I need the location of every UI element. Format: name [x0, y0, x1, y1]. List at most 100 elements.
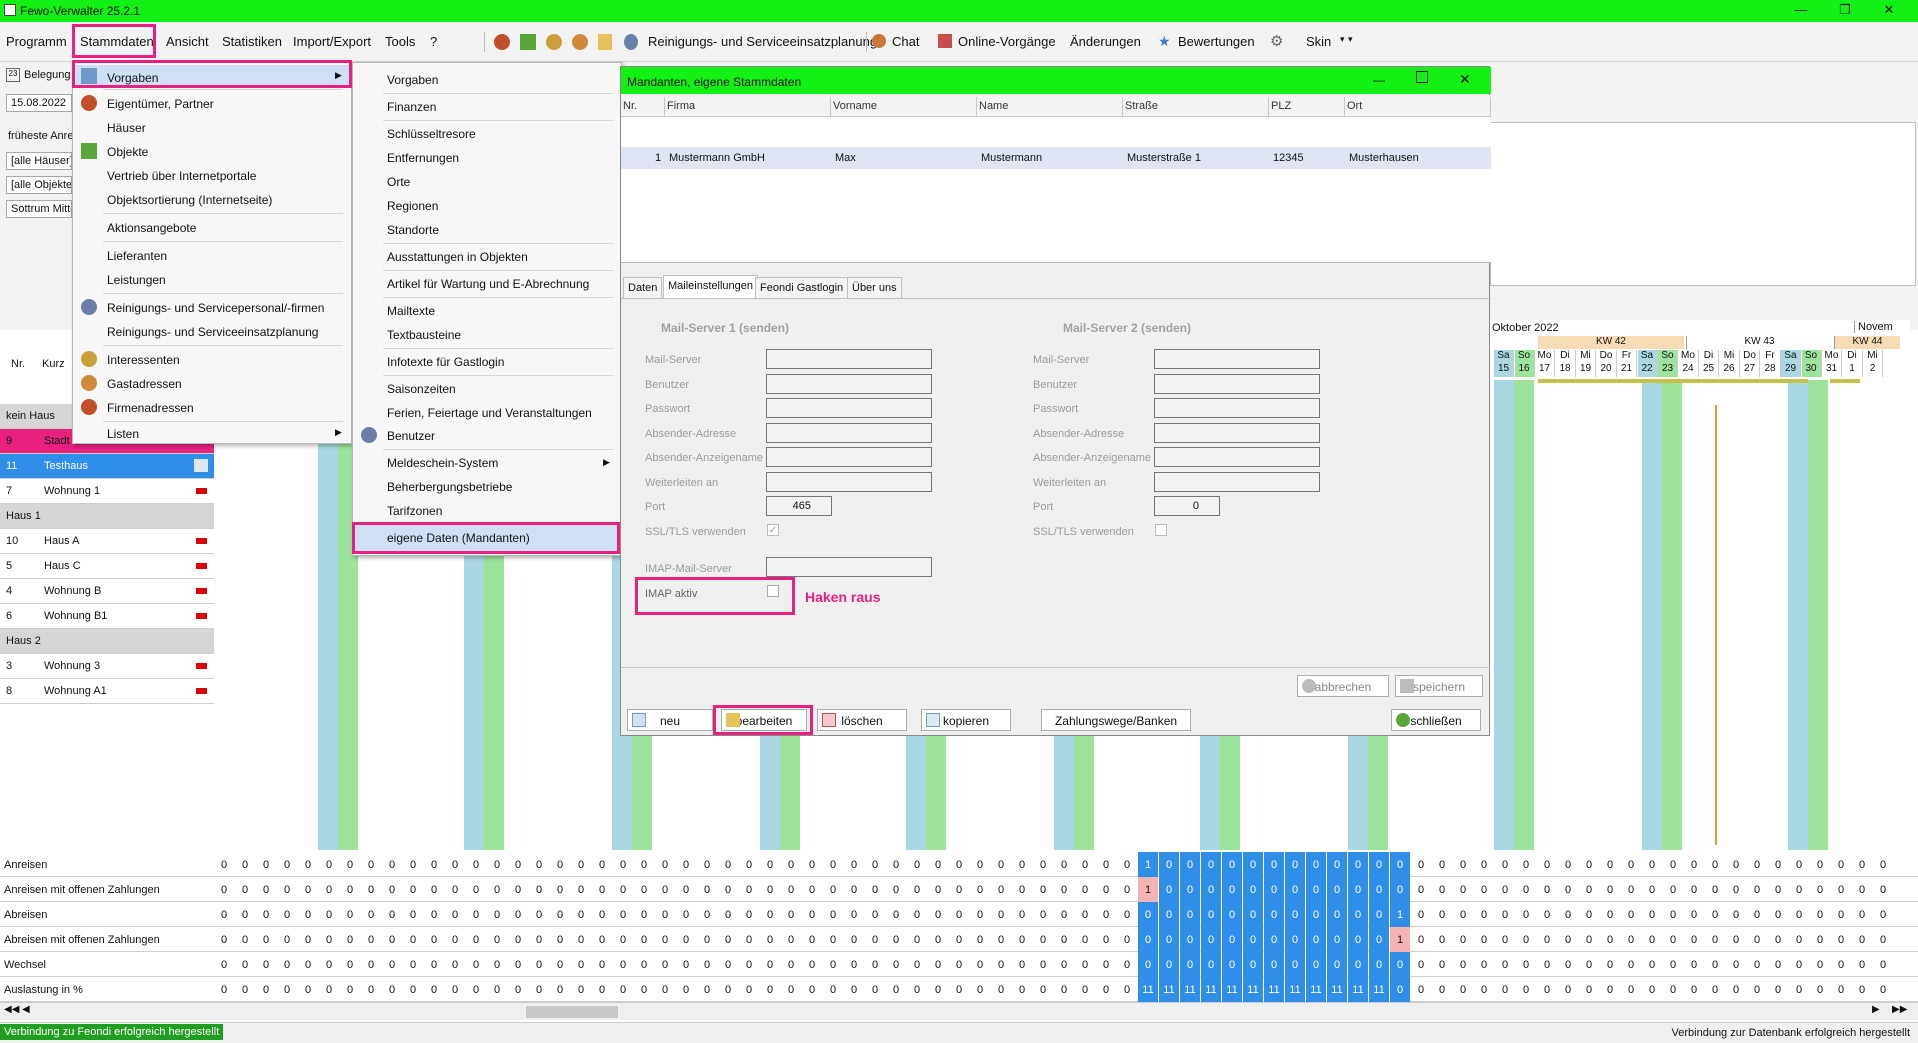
- menu-programm[interactable]: Programm: [6, 34, 67, 49]
- house-filter[interactable]: [alle Häuser]: [6, 152, 72, 170]
- scroll-first-icon[interactable]: ◀◀: [4, 1004, 19, 1015]
- star-icon[interactable]: ★: [1158, 33, 1171, 50]
- col-firma[interactable]: Firma: [665, 97, 831, 117]
- field-input[interactable]: [1154, 398, 1320, 418]
- col-vorname[interactable]: Vorname: [831, 97, 977, 117]
- menu-item-regionen[interactable]: Regionen: [387, 199, 438, 213]
- menu-reinigung[interactable]: Reinigungs- und Serviceeinsatzplanung: [648, 34, 877, 49]
- ssl-checkbox[interactable]: ✓: [767, 523, 779, 536]
- chat-icon[interactable]: [872, 34, 886, 48]
- field-input[interactable]: [1154, 373, 1320, 394]
- menu-item-einsatzplanung[interactable]: Reinigungs- und Serviceeinsatzplanung: [107, 325, 318, 339]
- menu-item-firmenadressen[interactable]: Firmenadressen: [107, 401, 194, 415]
- menu-item-listen[interactable]: Listen: [107, 427, 139, 441]
- field-input[interactable]: [1154, 349, 1320, 369]
- chevron-down-icon[interactable]: ▾: [1340, 34, 1345, 45]
- scroll-right-icon[interactable]: ▶: [1872, 1004, 1880, 1015]
- tab-daten[interactable]: Daten: [623, 277, 663, 298]
- menu-skin[interactable]: Skin: [1306, 34, 1331, 49]
- port-stepper[interactable]: 465: [766, 496, 832, 516]
- menu-item-saisonzeiten[interactable]: Saisonzeiten: [387, 382, 456, 396]
- menu-item-beherbergung[interactable]: Beherbergungsbetriebe: [387, 480, 512, 494]
- menu-chat[interactable]: Chat: [892, 34, 919, 49]
- menu-help[interactable]: ?: [430, 34, 437, 49]
- field-input[interactable]: [766, 471, 932, 492]
- table-row[interactable]: 1 Mustermann GmbH Max Mustermann Musters…: [621, 147, 1491, 169]
- col-plz[interactable]: PLZ: [1269, 97, 1345, 117]
- scroll-last-icon[interactable]: ▶▶: [1892, 1004, 1907, 1015]
- menu-item-gastadressen[interactable]: Gastadressen: [107, 377, 182, 391]
- guest-icon[interactable]: [572, 34, 588, 50]
- notes-icon[interactable]: [598, 34, 612, 50]
- new-button[interactable]: neu: [627, 709, 713, 731]
- table-row[interactable]: 11 Testhaus: [0, 454, 214, 479]
- field-input[interactable]: [766, 422, 932, 443]
- chevron-down-icon[interactable]: ▾: [1348, 34, 1353, 45]
- person-icon[interactable]: [546, 34, 562, 50]
- menu-item-leistungen[interactable]: Leistungen: [107, 273, 166, 287]
- menu-item-textbausteine[interactable]: Textbausteine: [387, 328, 461, 342]
- object-filter[interactable]: [alle Objekte]: [6, 176, 72, 194]
- col-ort[interactable]: Ort: [1345, 97, 1491, 117]
- table-row[interactable]: 5 Haus C: [0, 554, 214, 579]
- close-icon[interactable]: ✕: [1874, 2, 1904, 18]
- menu-item-ferien[interactable]: Ferien, Feiertage und Veranstaltungen: [387, 406, 592, 420]
- table-row[interactable]: 4 Wohnung B: [0, 579, 214, 604]
- close-button[interactable]: schließen: [1391, 709, 1481, 731]
- cancel-button[interactable]: abbrechen: [1297, 675, 1389, 697]
- cleaning-icon[interactable]: [624, 34, 638, 50]
- menu-item-benutzer[interactable]: Benutzer: [387, 429, 435, 443]
- table-row[interactable]: 6 Wohnung B1: [0, 604, 214, 629]
- menu-item-meldeschein[interactable]: Meldeschein-System: [387, 456, 498, 470]
- location-filter[interactable]: Sottrum Mitte: [6, 200, 72, 218]
- menu-item-standorte[interactable]: Standorte: [387, 223, 439, 237]
- scroll-thumb[interactable]: [526, 1006, 618, 1018]
- maximize-icon[interactable]: [1416, 71, 1428, 83]
- menu-item-mailtexte[interactable]: Mailtexte: [387, 304, 435, 318]
- menu-item-vertrieb[interactable]: Vertrieb über Internetportale: [107, 169, 256, 183]
- table-row[interactable]: 10 Haus A: [0, 529, 214, 554]
- minimize-icon[interactable]: —: [1786, 2, 1816, 17]
- copy-button[interactable]: kopieren: [921, 709, 1011, 731]
- menu-item-eigentuemer[interactable]: Eigentümer, Partner: [107, 97, 214, 111]
- field-input[interactable]: [1154, 422, 1320, 443]
- menu-import-export[interactable]: Import/Export: [293, 34, 371, 49]
- minimize-icon[interactable]: —: [1373, 73, 1385, 87]
- port-stepper[interactable]: 0: [1154, 496, 1220, 516]
- menu-item-lieferanten[interactable]: Lieferanten: [107, 249, 167, 263]
- gear-icon[interactable]: ⚙: [1270, 32, 1283, 50]
- menu-bewertungen[interactable]: Bewertungen: [1178, 34, 1255, 49]
- save-button[interactable]: speichern: [1395, 675, 1483, 697]
- menu-item-reinigungspersonal[interactable]: Reinigungs- und Servicepersonal/-firmen: [107, 301, 324, 315]
- field-input[interactable]: [1154, 447, 1320, 467]
- menu-item-aktionsangebote[interactable]: Aktionsangebote: [107, 221, 196, 235]
- col-name[interactable]: Name: [977, 97, 1123, 117]
- menu-tools[interactable]: Tools: [385, 34, 415, 49]
- menu-item-finanzen[interactable]: Finanzen: [387, 100, 436, 114]
- date-field[interactable]: 15.08.2022: [6, 94, 72, 112]
- menu-item-vorgaben2[interactable]: Vorgaben: [387, 73, 438, 87]
- ssl-checkbox[interactable]: [1155, 523, 1167, 536]
- table-row[interactable]: 8 Wohnung A1: [0, 679, 214, 704]
- menu-item-objektsortierung[interactable]: Objektsortierung (Internetseite): [107, 193, 272, 207]
- col-strasse[interactable]: Straße: [1123, 97, 1269, 117]
- menu-item-infotexte[interactable]: Infotexte für Gastlogin: [387, 355, 504, 369]
- user-icon[interactable]: [494, 34, 510, 50]
- menu-item-ausstattungen[interactable]: Ausstattungen in Objekten: [387, 250, 528, 264]
- scrollbar[interactable]: ◀◀ ◀ ▶ ▶▶: [0, 1002, 1918, 1020]
- scroll-left-icon[interactable]: ◀: [22, 1004, 30, 1015]
- menu-item-schluessel[interactable]: Schlüsseltresore: [387, 127, 476, 141]
- menu-item-interessenten[interactable]: Interessenten: [107, 353, 180, 367]
- menu-ansicht[interactable]: Ansicht: [166, 34, 209, 49]
- menu-statistiken[interactable]: Statistiken: [222, 34, 282, 49]
- table-row[interactable]: 7 Wohnung 1: [0, 479, 214, 504]
- belegung-label[interactable]: Belegung: [24, 69, 71, 81]
- tab-maileinstellungen[interactable]: Maileinstellungen: [663, 275, 758, 299]
- menu-item-objekte[interactable]: Objekte: [107, 145, 148, 159]
- field-input[interactable]: [766, 398, 932, 418]
- table-row[interactable]: 3 Wohnung 3: [0, 654, 214, 679]
- house-icon[interactable]: [520, 34, 536, 50]
- menu-item-haeuser[interactable]: Häuser: [107, 121, 146, 135]
- restore-icon[interactable]: ❐: [1830, 2, 1860, 18]
- col-nr[interactable]: Nr.: [621, 97, 665, 117]
